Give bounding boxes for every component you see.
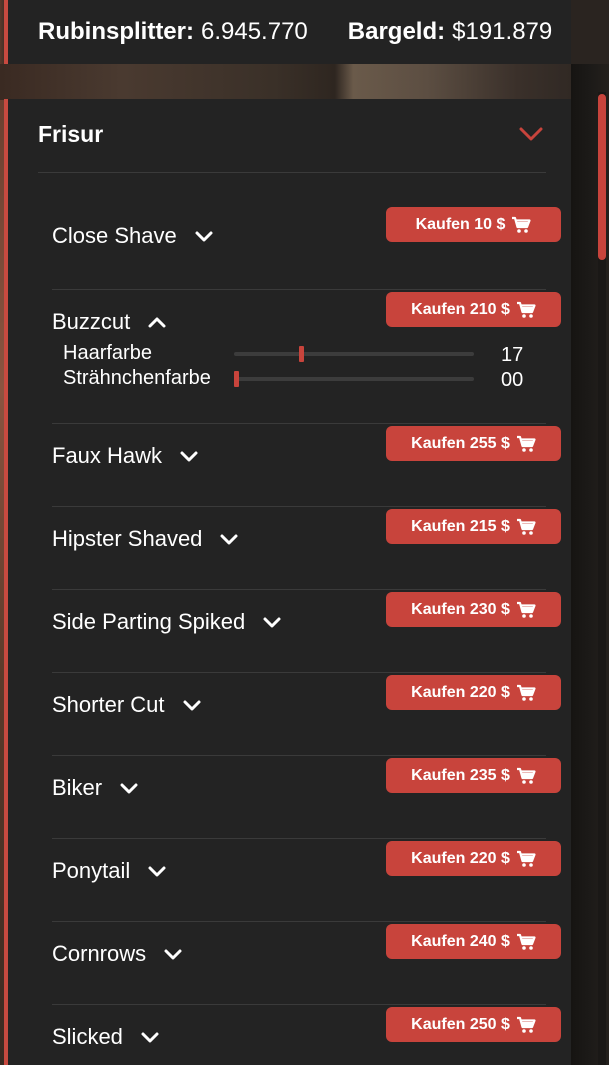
- cart-icon: [516, 933, 536, 951]
- item-name-label: Faux Hawk: [52, 443, 163, 468]
- buy-button-label: Kaufen 210 $: [411, 300, 510, 318]
- chevron-down-icon[interactable]: [178, 445, 200, 467]
- cart-icon: [516, 435, 536, 453]
- item-list: Close Shave Kaufen 10 $ Buzzcut Kaufen 210 …: [52, 207, 561, 1065]
- item-name[interactable]: Faux Hawk: [52, 443, 200, 469]
- chevron-down-icon[interactable]: [218, 528, 240, 550]
- list-item[interactable]: Slicked Kaufen 250 $: [52, 1005, 561, 1065]
- item-name-label: Ponytail: [52, 858, 131, 883]
- color-option-row: Strähnchenfarbe 00: [63, 367, 524, 391]
- cart-icon: [516, 601, 536, 619]
- scrollbar-thumb[interactable]: [598, 94, 606, 260]
- item-name[interactable]: Side Parting Spiked: [52, 609, 283, 635]
- buy-button-label: Kaufen 235 $: [411, 766, 510, 784]
- chevron-down-icon[interactable]: [162, 943, 184, 965]
- list-item[interactable]: Shorter Cut Kaufen 220 $: [52, 673, 561, 756]
- buy-button[interactable]: Kaufen 235 $: [386, 758, 561, 793]
- cart-icon: [511, 216, 532, 234]
- list-item[interactable]: Side Parting Spiked Kaufen 230 $: [52, 590, 561, 673]
- cart-icon: [516, 767, 536, 785]
- item-name-label: Hipster Shaved: [52, 526, 203, 551]
- buy-button-label: Kaufen 250 $: [411, 1015, 510, 1033]
- buy-button[interactable]: Kaufen 220 $: [386, 675, 561, 710]
- item-name[interactable]: Buzzcut: [52, 309, 168, 335]
- cart-icon: [516, 850, 536, 868]
- list-item[interactable]: Cornrows Kaufen 240 $: [52, 922, 561, 1005]
- color-slider[interactable]: [234, 371, 474, 387]
- item-name[interactable]: Biker: [52, 775, 140, 801]
- money-bar: Rubinsplitter: 6.945.770 Bargeld: $191.8…: [4, 0, 571, 64]
- item-name[interactable]: Shorter Cut: [52, 692, 203, 718]
- list-item[interactable]: Ponytail Kaufen 220 $: [52, 839, 561, 922]
- item-name-label: Buzzcut: [52, 309, 131, 334]
- item-name-label: Side Parting Spiked: [52, 609, 246, 634]
- cart-icon: [516, 1016, 536, 1034]
- buy-button[interactable]: Kaufen 215 $: [386, 509, 561, 544]
- buy-button-label: Kaufen 215 $: [411, 517, 510, 535]
- ruby-value: 6.945.770: [201, 18, 308, 45]
- chevron-down-icon[interactable]: [193, 225, 215, 247]
- buy-button[interactable]: Kaufen 255 $: [386, 426, 561, 461]
- slider-handle[interactable]: [234, 371, 239, 387]
- buy-button[interactable]: Kaufen 240 $: [386, 924, 561, 959]
- list-item[interactable]: Faux Hawk Kaufen 255 $: [52, 424, 561, 507]
- color-slider[interactable]: [234, 346, 474, 362]
- item-name[interactable]: Cornrows: [52, 941, 184, 967]
- ruby-label: Rubinsplitter:: [38, 18, 194, 45]
- item-name-label: Cornrows: [52, 941, 147, 966]
- list-item[interactable]: Close Shave Kaufen 10 $: [52, 207, 561, 290]
- cart-icon: [516, 518, 536, 536]
- buy-button[interactable]: Kaufen 10 $: [386, 207, 561, 242]
- buy-button[interactable]: Kaufen 230 $: [386, 592, 561, 627]
- list-item[interactable]: Biker Kaufen 235 $: [52, 756, 561, 839]
- chevron-down-icon[interactable]: [261, 611, 283, 633]
- chevron-down-icon[interactable]: [139, 1026, 161, 1048]
- buy-button-label: Kaufen 255 $: [411, 434, 510, 452]
- chevron-down-icon[interactable]: [146, 860, 168, 882]
- item-name[interactable]: Hipster Shaved: [52, 526, 240, 552]
- category-header[interactable]: Frisur: [38, 99, 546, 173]
- game-background-strip: [0, 64, 609, 100]
- option-value: 17: [501, 344, 524, 366]
- buy-button[interactable]: Kaufen 210 $: [386, 292, 561, 327]
- item-name[interactable]: Slicked: [52, 1024, 161, 1050]
- item-name-label: Biker: [52, 775, 103, 800]
- item-name[interactable]: Close Shave: [52, 223, 215, 249]
- list-item[interactable]: Buzzcut Kaufen 210 $ Haarfarbe 17 Strähnchen…: [52, 290, 561, 424]
- category-title: Frisur: [38, 121, 104, 147]
- item-name-label: Slicked: [52, 1024, 123, 1049]
- chevron-down-icon[interactable]: [516, 119, 546, 149]
- buy-button-label: Kaufen 230 $: [411, 600, 510, 618]
- option-label: Strähnchenfarbe: [63, 367, 211, 389]
- color-option-row: Haarfarbe 17: [63, 342, 524, 366]
- cart-icon: [516, 301, 536, 319]
- chevron-down-icon[interactable]: [181, 694, 203, 716]
- list-item[interactable]: Hipster Shaved Kaufen 215 $: [52, 507, 561, 590]
- option-label: Haarfarbe: [63, 342, 152, 364]
- shop-panel: Frisur Close Shave Kaufen 10 $ Buzzcut Kauf…: [4, 99, 571, 1065]
- chevron-down-icon[interactable]: [118, 777, 140, 799]
- item-name-label: Shorter Cut: [52, 692, 165, 717]
- buy-button-label: Kaufen 240 $: [411, 932, 510, 950]
- cash-label: Bargeld:: [347, 18, 446, 45]
- item-name[interactable]: Ponytail: [52, 858, 168, 884]
- item-name-label: Close Shave: [52, 223, 177, 248]
- buy-button[interactable]: Kaufen 250 $: [386, 1007, 561, 1042]
- cart-icon: [516, 684, 536, 702]
- cash-value: $191.879: [452, 18, 553, 45]
- option-value: 00: [501, 369, 524, 391]
- buy-button-label: Kaufen 220 $: [411, 849, 510, 867]
- slider-handle[interactable]: [299, 346, 304, 362]
- buy-button-label: Kaufen 220 $: [411, 683, 510, 701]
- chevron-up-icon[interactable]: [146, 311, 168, 333]
- buy-button[interactable]: Kaufen 220 $: [386, 841, 561, 876]
- buy-button-label: Kaufen 10 $: [415, 215, 506, 233]
